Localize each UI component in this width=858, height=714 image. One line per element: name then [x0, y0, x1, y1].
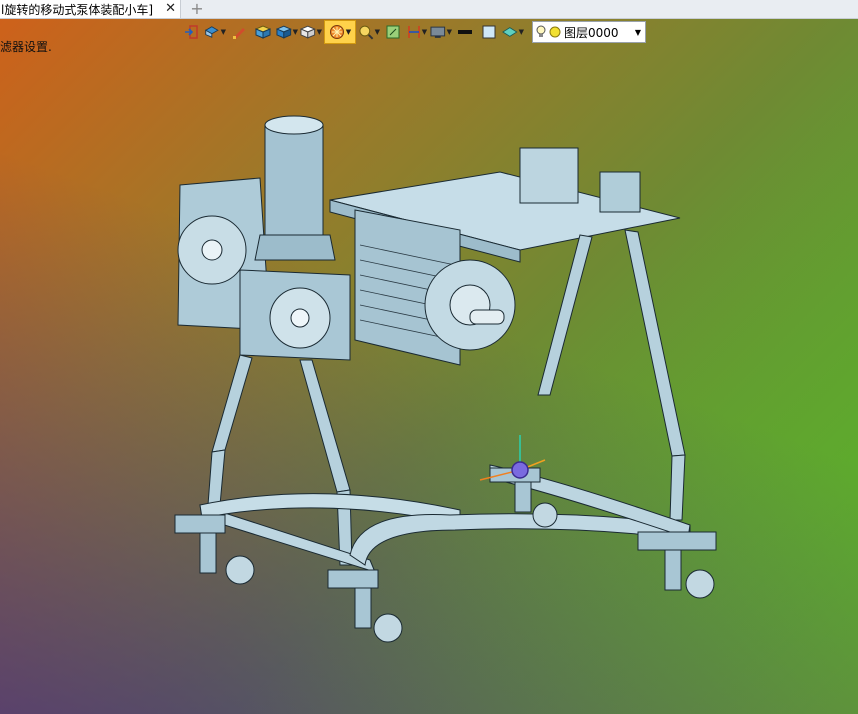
- layer-selector[interactable]: 图层0000 ▼: [532, 21, 646, 43]
- cube-view-icon[interactable]: ▼: [276, 21, 298, 43]
- vertical-motor: [264, 124, 324, 236]
- add-tab-icon[interactable]: +: [189, 0, 205, 18]
- display-mode-icon[interactable]: ▼: [430, 21, 452, 43]
- chevron-down-icon: ▼: [634, 27, 641, 37]
- bearing-block: [599, 171, 641, 213]
- view-orientation-icon[interactable]: ▼: [204, 21, 226, 43]
- line-style-icon[interactable]: [454, 21, 476, 43]
- document-tab-title: l旋转的移动式泵体装配小车]: [1, 2, 154, 17]
- section-icon[interactable]: ▼: [406, 21, 428, 43]
- caster-wheel: [225, 555, 255, 585]
- caster-wheel: [373, 613, 403, 643]
- document-tab-bar: l旋转的移动式泵体装配小车] ✕ +: [0, 0, 858, 19]
- leg-back-right: [624, 229, 686, 457]
- right-bracket: [519, 147, 579, 204]
- lightbulb-icon: [536, 25, 546, 37]
- exit-icon[interactable]: [180, 21, 202, 43]
- caster-wheel: [685, 569, 715, 599]
- leg-back-left: [537, 234, 593, 396]
- leg-front-left-lower: [207, 449, 226, 506]
- caster-wheel: [532, 502, 558, 528]
- leg-front-right: [299, 359, 351, 493]
- close-icon[interactable]: ✕: [165, 0, 176, 18]
- color-swatch-icon[interactable]: [478, 21, 500, 43]
- view-toolbar: ▼ ▼ ▼ ▼ ▼ ▼ ▼ ▼ 图层0000 ▼: [180, 20, 646, 44]
- zoom-icon[interactable]: ▼: [358, 21, 380, 43]
- foot-pad-front-right: [327, 569, 379, 589]
- foot-pad-back-right: [637, 531, 717, 551]
- fit-view-icon[interactable]: [382, 21, 404, 43]
- white-cube-icon[interactable]: ▼: [300, 21, 322, 43]
- document-tab[interactable]: l旋转的移动式泵体装配小车] ✕: [0, 0, 181, 18]
- motor-shaft: [469, 309, 505, 325]
- layer-label: 图层0000: [564, 25, 619, 40]
- status-message: 滤器设置.: [0, 40, 52, 54]
- leg-front-left: [211, 354, 253, 453]
- layer-color-icon: [549, 26, 561, 38]
- leg-back-right-lower: [669, 454, 686, 521]
- solid-box-icon[interactable]: [252, 21, 274, 43]
- plane-icon[interactable]: ▼: [502, 21, 524, 43]
- 3d-model-view[interactable]: [160, 100, 740, 660]
- foot-pad-front-left: [174, 514, 226, 534]
- render-mode-icon[interactable]: ▼: [324, 20, 356, 44]
- pen-icon[interactable]: [228, 21, 250, 43]
